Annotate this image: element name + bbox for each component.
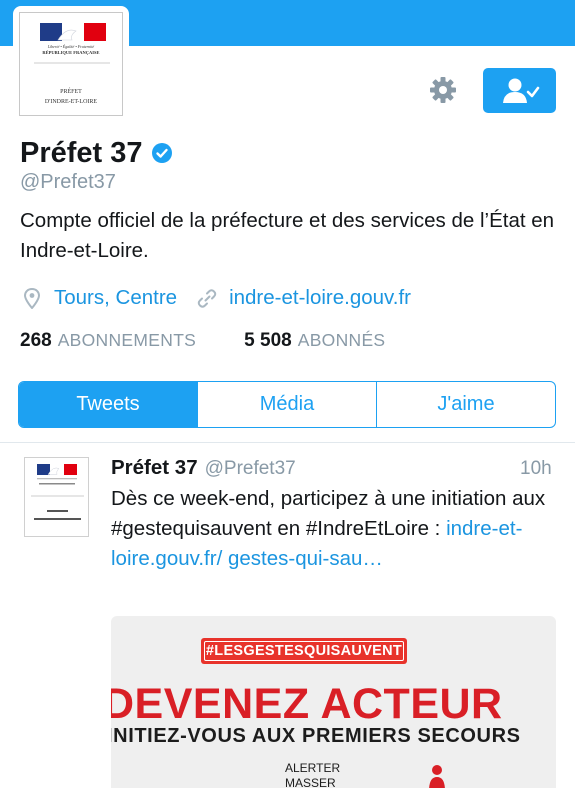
settings-button[interactable] xyxy=(423,70,463,110)
tab-tweets[interactable]: Tweets xyxy=(19,382,197,427)
gear-icon xyxy=(430,77,456,103)
avatar-caption-prefet: PRÉFET xyxy=(60,89,82,95)
poster-subtitle: INITIEZ-VOUS AUX PREMIERS SECOURS xyxy=(111,725,521,747)
tab-likes[interactable]: J'aime xyxy=(376,382,555,427)
poster-hashtag: #LESGESTESQUISAUVENT xyxy=(205,643,403,659)
profile-bio: Compte officiel de la préfecture et des … xyxy=(20,209,555,262)
profile-tabs: Tweets Média J'aime xyxy=(18,381,556,428)
following-button[interactable] xyxy=(483,68,556,113)
profile-name: Préfet 37 xyxy=(20,136,143,169)
profile-stats: 268 ABONNEMENTS 5 508 ABONNÉS xyxy=(20,330,385,356)
link-icon xyxy=(197,289,217,308)
marianne-flag-logo xyxy=(31,464,84,520)
user-check-icon xyxy=(502,78,539,103)
poster-line-masser: MASSER xyxy=(285,776,336,788)
profile-location: Tours, Centre xyxy=(54,286,178,309)
profile-meta-row: Tours, Centre indre-et-loire.gouv.fr xyxy=(22,285,411,311)
poster-line-alerter: ALERTER xyxy=(285,761,341,775)
logo-republic-label: RÉPUBLIQUE FRANÇAISE xyxy=(42,50,100,55)
avatar-caption-department: D'INDRE-ET-LOIRE xyxy=(44,99,98,105)
tweet-header: Préfet 37 @Prefet37 xyxy=(111,456,296,482)
followers-count[interactable]: 5 508 xyxy=(244,330,292,352)
following-label[interactable]: ABONNEMENTS xyxy=(58,330,196,351)
tweet-author-handle[interactable]: @Prefet37 xyxy=(205,458,296,480)
poster-hashtag-badge: #LESGESTESQUISAUVENT xyxy=(201,638,407,664)
followers-label[interactable]: ABONNÉS xyxy=(298,330,386,351)
tweet-text: Dès ce week-end, participez à une initia… xyxy=(111,484,561,574)
tab-media[interactable]: Média xyxy=(197,382,376,427)
tweet-media-image[interactable]: #LESGESTESQUISAUVENT DEVENEZ ACTEUR INIT… xyxy=(111,616,556,788)
profile-avatar[interactable]: Liberté • Égalité • Fraternité RÉPUBLIQU… xyxy=(13,6,129,122)
tweet-timestamp: 10h xyxy=(520,458,552,479)
verified-badge-icon xyxy=(151,143,172,163)
tabs-divider xyxy=(0,442,575,443)
profile-handle: @Prefet37 xyxy=(20,171,116,193)
location-pin-icon xyxy=(23,287,41,309)
prefecture-logo: Liberté • Égalité • Fraternité RÉPUBLIQU… xyxy=(19,12,123,116)
profile-name-row: Préfet 37 xyxy=(20,134,173,172)
following-count[interactable]: 268 xyxy=(20,330,52,352)
tweet-author-name[interactable]: Préfet 37 xyxy=(111,456,198,480)
logo-motto: Liberté • Égalité • Fraternité xyxy=(47,44,95,49)
tweet-author-avatar[interactable] xyxy=(24,457,89,537)
poster-title: DEVENEZ ACTEUR xyxy=(111,680,503,728)
profile-website-link[interactable]: indre-et-loire.gouv.fr xyxy=(229,286,411,310)
person-icon xyxy=(429,765,445,788)
